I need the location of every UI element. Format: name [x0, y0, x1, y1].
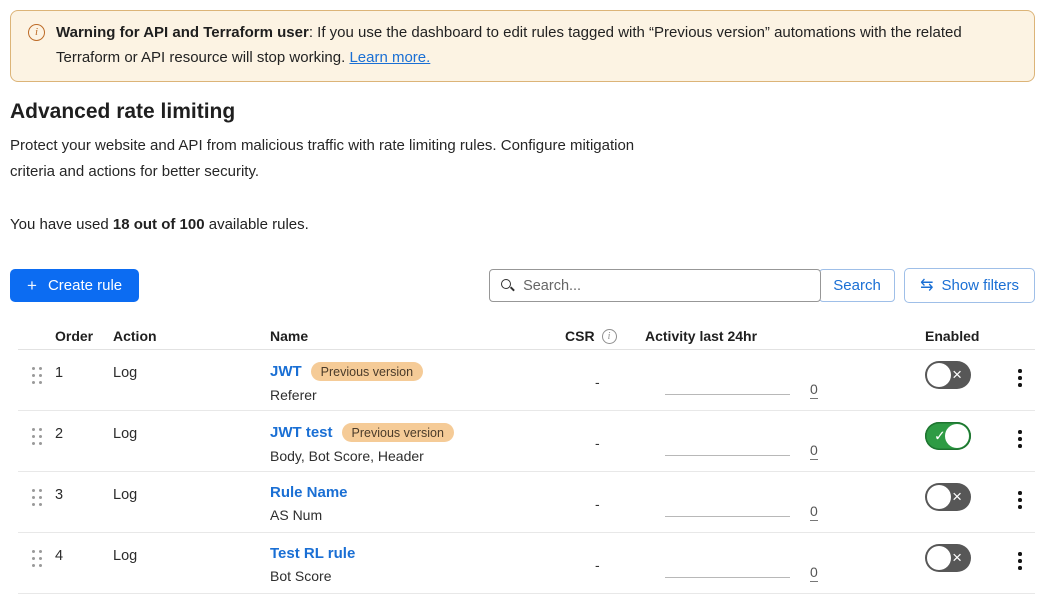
table-row: 1 Log JWT Previous version Referer - 0	[18, 350, 1035, 411]
activity-count-link[interactable]: 0	[810, 504, 818, 521]
rule-csr-value: -	[565, 411, 645, 471]
table-row: 2 Log JWT test Previous version Body, Bo…	[18, 411, 1035, 472]
drag-handle-icon[interactable]	[32, 489, 42, 532]
learn-more-link[interactable]: Learn more.	[349, 49, 430, 66]
show-filters-label: Show filters	[941, 277, 1019, 294]
rule-criteria: Body, Bot Score, Header	[270, 448, 565, 464]
csr-info-icon[interactable]: i	[602, 329, 617, 344]
activity-sparkline	[665, 516, 790, 517]
rule-name-cell: Test RL rule Bot Score	[270, 533, 565, 593]
rule-action: Log	[113, 350, 270, 410]
create-rule-button[interactable]: + Create rule	[10, 269, 139, 302]
rules-table: Order Action Name CSR i Activity last 24…	[18, 323, 1035, 594]
page-description: Protect your website and API from malici…	[10, 133, 635, 185]
table-row: 3 Log Rule Name AS Num - 0	[18, 472, 1035, 533]
warning-banner: i Warning for API and Terraform user: If…	[10, 10, 1035, 82]
rule-name-link[interactable]: JWT	[270, 363, 302, 380]
drag-handle-icon[interactable]	[32, 367, 42, 410]
rule-order: 4	[55, 533, 113, 593]
header-enabled: Enabled	[900, 328, 1005, 344]
swap-arrows-icon: ⇆	[920, 278, 933, 294]
usage-suffix: available rules.	[205, 216, 309, 233]
rule-activity-cell: 0	[645, 472, 900, 532]
rule-activity-cell: 0	[645, 350, 900, 410]
kebab-menu-icon[interactable]	[1018, 552, 1022, 593]
rule-name-cell: JWT Previous version Referer	[270, 350, 565, 410]
rule-criteria: Bot Score	[270, 568, 565, 584]
warning-text: Warning for API and Terraform user: If y…	[56, 20, 1014, 70]
enabled-toggle[interactable]	[925, 544, 971, 572]
header-action: Action	[113, 328, 270, 344]
usage-prefix: You have used	[10, 216, 113, 233]
rule-criteria: Referer	[270, 387, 565, 403]
create-rule-label: Create rule	[48, 277, 122, 294]
activity-count-link[interactable]: 0	[810, 565, 818, 582]
rules-usage-text: You have used 18 out of 100 available ru…	[10, 216, 1045, 233]
rule-order: 3	[55, 472, 113, 532]
kebab-menu-icon[interactable]	[1018, 369, 1022, 410]
rule-activity-cell: 0	[645, 411, 900, 471]
activity-count-link[interactable]: 0	[810, 443, 818, 460]
search-icon	[501, 279, 511, 289]
kebab-menu-icon[interactable]	[1018, 491, 1022, 532]
kebab-menu-icon[interactable]	[1018, 430, 1022, 471]
header-order: Order	[55, 328, 113, 344]
previous-version-badge: Previous version	[342, 423, 454, 442]
rule-action: Log	[113, 472, 270, 532]
plus-icon: +	[27, 276, 37, 296]
rule-name-link[interactable]: Rule Name	[270, 484, 348, 501]
header-name: Name	[270, 328, 565, 344]
enabled-toggle[interactable]	[925, 422, 971, 450]
rule-name-cell: Rule Name AS Num	[270, 472, 565, 532]
rule-criteria: AS Num	[270, 507, 565, 523]
table-header-row: Order Action Name CSR i Activity last 24…	[18, 323, 1035, 350]
page-title: Advanced rate limiting	[10, 100, 1045, 124]
header-csr: CSR i	[565, 328, 645, 344]
usage-count: 18 out of 100	[113, 216, 205, 233]
rule-csr-value: -	[565, 350, 645, 410]
rule-csr-value: -	[565, 472, 645, 532]
drag-handle-icon[interactable]	[32, 428, 42, 471]
activity-sparkline	[665, 455, 790, 456]
drag-handle-icon[interactable]	[32, 550, 42, 593]
previous-version-badge: Previous version	[311, 362, 423, 381]
rule-name-link[interactable]: JWT test	[270, 424, 333, 441]
search-box	[489, 269, 821, 302]
rule-csr-value: -	[565, 533, 645, 593]
header-csr-label: CSR	[565, 328, 595, 344]
rule-activity-cell: 0	[645, 533, 900, 593]
rule-action: Log	[113, 411, 270, 471]
show-filters-button[interactable]: ⇆ Show filters	[904, 268, 1035, 303]
rule-order: 2	[55, 411, 113, 471]
activity-count-link[interactable]: 0	[810, 382, 818, 399]
enabled-toggle[interactable]	[925, 361, 971, 389]
search-input[interactable]	[489, 269, 821, 302]
search-button[interactable]: Search	[819, 269, 895, 302]
toolbar: + Create rule Search ⇆ Show filters	[10, 268, 1035, 303]
info-icon: i	[28, 24, 45, 41]
rule-action: Log	[113, 533, 270, 593]
activity-sparkline	[665, 394, 790, 395]
header-activity: Activity last 24hr	[645, 328, 900, 344]
rule-name-cell: JWT test Previous version Body, Bot Scor…	[270, 411, 565, 471]
warning-title: Warning for API and Terraform user	[56, 24, 309, 41]
table-row: 4 Log Test RL rule Bot Score - 0	[18, 533, 1035, 594]
rule-order: 1	[55, 350, 113, 410]
activity-sparkline	[665, 577, 790, 578]
enabled-toggle[interactable]	[925, 483, 971, 511]
rule-name-link[interactable]: Test RL rule	[270, 545, 355, 562]
